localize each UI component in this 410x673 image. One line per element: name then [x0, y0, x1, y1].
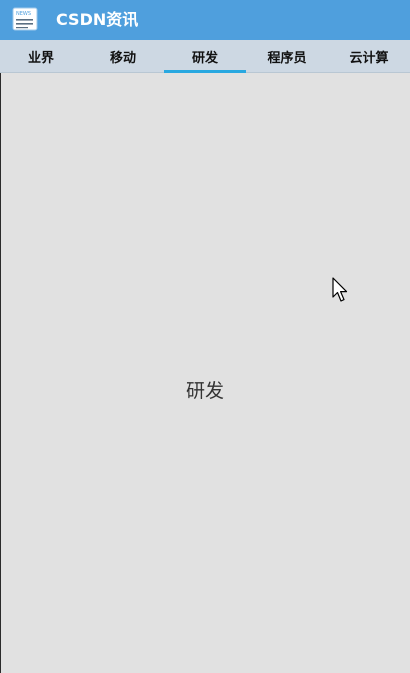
tab-rnd[interactable]: 研发: [164, 40, 246, 73]
tab-label: 研发: [191, 50, 218, 66]
content-panel: 研发: [0, 73, 410, 673]
app-title: CSDN资讯: [56, 10, 139, 29]
mouse-pointer-icon: [332, 277, 348, 302]
app-bar: NEWS CSDN资讯: [0, 0, 410, 40]
tab-label: 业界: [27, 50, 54, 66]
tab-mobile[interactable]: 移动: [82, 40, 164, 72]
tab-industry[interactable]: 业界: [0, 40, 82, 72]
tab-bar: 业界 移动 研发 程序员 云计算: [0, 40, 410, 73]
news-icon: NEWS: [12, 7, 38, 31]
tab-label: 云计算: [349, 50, 389, 66]
content-text: 研发: [185, 380, 224, 402]
tab-label: 移动: [109, 50, 136, 66]
tab-programmer[interactable]: 程序员: [246, 40, 328, 72]
tab-label: 程序员: [267, 50, 307, 66]
tab-cloud-computing[interactable]: 云计算: [328, 40, 410, 72]
svg-text:NEWS: NEWS: [16, 11, 31, 17]
